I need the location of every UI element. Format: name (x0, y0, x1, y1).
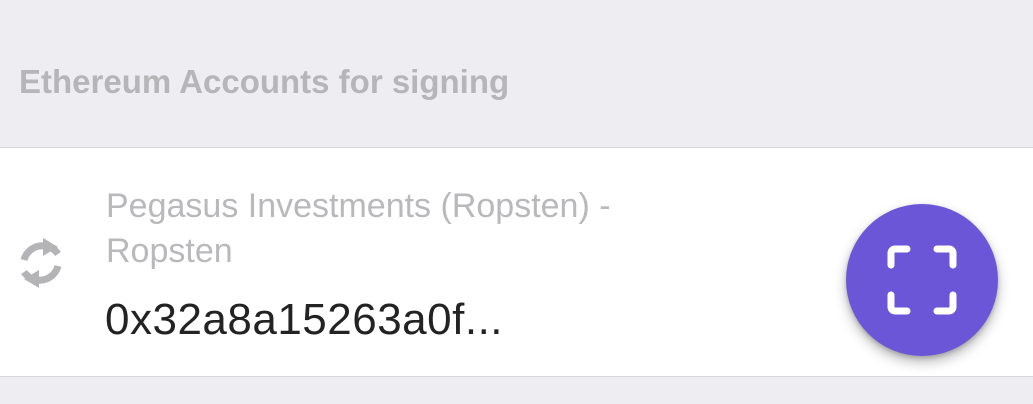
scan-qr-icon (887, 245, 957, 315)
account-address: 0x32a8a15263a0f... (105, 295, 504, 344)
sync-icon[interactable] (14, 232, 68, 294)
account-name: Pegasus Investments (Ropsten) - Ropsten (106, 187, 611, 270)
section-title: Ethereum Accounts for signing (19, 63, 510, 100)
scan-qr-button[interactable] (846, 204, 998, 356)
list-bottom-spacer (0, 377, 1033, 404)
section-header: Ethereum Accounts for signing (0, 0, 1033, 147)
